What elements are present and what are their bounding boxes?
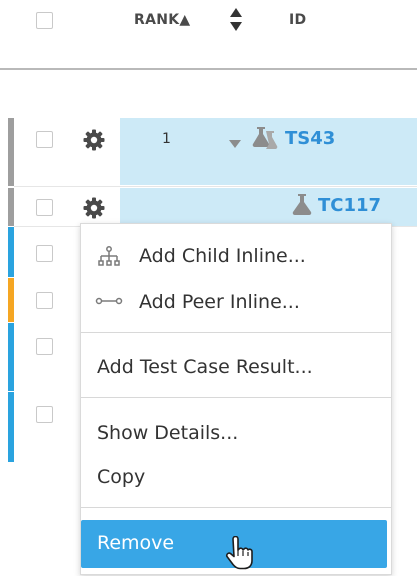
menu-item-show-details[interactable]: Show Details... bbox=[81, 414, 391, 454]
row-6-status-strip bbox=[8, 392, 14, 462]
row-3-checkbox[interactable] bbox=[36, 245, 53, 262]
test-set-icon bbox=[252, 125, 280, 150]
menu-item-copy[interactable]: Copy bbox=[81, 458, 391, 498]
menu-item-label: Remove bbox=[97, 532, 175, 554]
menu-item-add-child-inline[interactable]: Add Child Inline... bbox=[81, 237, 391, 277]
link-icon bbox=[95, 293, 123, 313]
menu-item-label: Add Peer Inline... bbox=[139, 291, 300, 313]
row-1-checkbox[interactable] bbox=[36, 131, 53, 148]
menu-separator bbox=[81, 507, 391, 508]
menu-item-label: Show Details... bbox=[97, 422, 239, 444]
sort-toggle-icon[interactable] bbox=[228, 6, 244, 36]
expand-collapse-icon[interactable] bbox=[228, 134, 242, 148]
row-separator bbox=[14, 186, 417, 187]
row-1-rank: 1 bbox=[162, 131, 171, 147]
row-1-status-strip bbox=[8, 118, 14, 186]
row-5-checkbox[interactable] bbox=[36, 338, 53, 355]
row-1-gear-icon[interactable] bbox=[82, 128, 106, 152]
menu-item-add-test-case-result[interactable]: Add Test Case Result... bbox=[81, 348, 391, 388]
row-4-checkbox[interactable] bbox=[36, 292, 53, 309]
header-divider bbox=[0, 68, 417, 70]
row-3-status-strip bbox=[8, 227, 14, 277]
row-2-id-link[interactable]: TC117 bbox=[318, 195, 381, 216]
menu-separator bbox=[81, 332, 391, 333]
row-2-status-strip bbox=[8, 188, 14, 226]
menu-item-label: Copy bbox=[97, 466, 146, 488]
row-6-checkbox[interactable] bbox=[36, 406, 53, 423]
row-5-status-strip bbox=[8, 323, 14, 391]
row-context-menu: Add Child Inline... Add Peer Inline... A… bbox=[80, 223, 392, 575]
hierarchy-icon bbox=[97, 245, 121, 269]
id-column-header[interactable]: ID bbox=[289, 12, 306, 28]
row-2-gear-icon[interactable] bbox=[82, 196, 106, 220]
menu-item-label: Add Test Case Result... bbox=[97, 356, 313, 378]
select-all-checkbox[interactable] bbox=[36, 12, 53, 29]
menu-item-add-peer-inline[interactable]: Add Peer Inline... bbox=[81, 283, 391, 323]
rank-column-header[interactable]: RANK▲ bbox=[134, 12, 190, 28]
menu-item-label: Add Child Inline... bbox=[139, 245, 306, 267]
row-4-status-strip bbox=[8, 278, 14, 322]
row-2-checkbox[interactable] bbox=[36, 199, 53, 216]
hand-cursor-icon bbox=[224, 535, 254, 572]
menu-separator bbox=[81, 397, 391, 398]
row-1-id-link[interactable]: TS43 bbox=[285, 128, 335, 149]
test-case-icon bbox=[290, 192, 314, 216]
